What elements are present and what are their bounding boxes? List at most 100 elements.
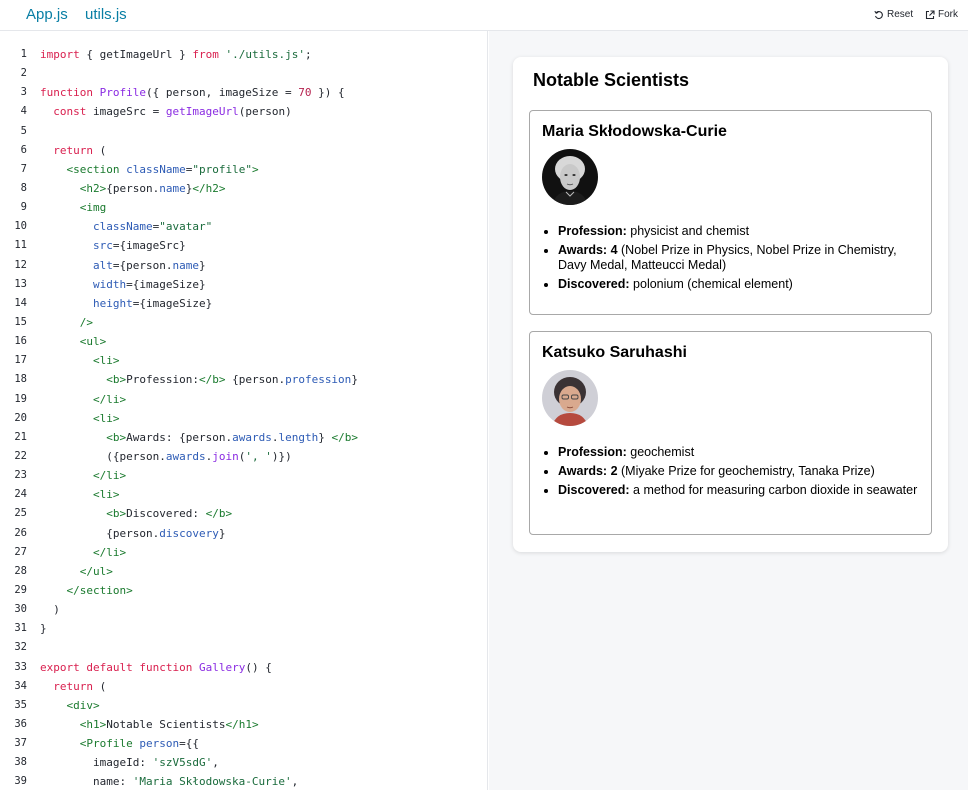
line-content[interactable]: <b>Awards: {person.awards.length} </b> [40, 428, 358, 447]
line-content[interactable]: </li> [40, 390, 126, 409]
line-number: 17 [14, 354, 27, 367]
code-line[interactable]: 20 <li> [0, 409, 487, 428]
line-content[interactable]: alt={person.name} [40, 256, 206, 275]
line-number: 12 [14, 258, 27, 271]
line-content[interactable]: <ul> [40, 332, 107, 351]
code-line[interactable]: 11 src={imageSrc} [0, 236, 487, 255]
line-content[interactable]: <section className="profile"> [40, 160, 259, 179]
line-content[interactable]: src={imageSrc} [40, 236, 186, 255]
line-content[interactable]: <Profile person={{ [40, 734, 199, 753]
code-line[interactable]: 8 <h2>{person.name}</h2> [0, 179, 487, 198]
line-content[interactable]: <li> [40, 351, 120, 370]
line-content[interactable]: <img [40, 198, 107, 217]
code-line[interactable]: 9 <img [0, 198, 487, 217]
line-number: 5 [20, 124, 27, 137]
tab-utils-js[interactable]: utils.js [85, 6, 127, 23]
code-line[interactable]: 24 <li> [0, 485, 487, 504]
line-content[interactable]: </li> [40, 466, 126, 485]
code-line[interactable]: 22 ({person.awards.join(', ')}) [0, 447, 487, 466]
line-content[interactable]: ) [40, 600, 60, 619]
line-content[interactable]: <h2>{person.name}</h2> [40, 179, 226, 198]
line-content[interactable]: export default function Gallery() { [40, 658, 272, 677]
line-number: 37 [14, 737, 27, 750]
line-content[interactable]: return ( [40, 677, 106, 696]
gallery-heading: Notable Scientists [533, 70, 690, 90]
line-number: 7 [20, 162, 27, 175]
code-line[interactable]: 36 <h1>Notable Scientists</h1> [0, 715, 487, 734]
code-line[interactable]: 34 return ( [0, 677, 487, 696]
code-line[interactable]: 29 </section> [0, 581, 487, 600]
line-content[interactable]: </li> [40, 543, 126, 562]
code-line[interactable]: 31} [0, 619, 487, 638]
code-line[interactable]: 13 width={imageSize} [0, 275, 487, 294]
code-line[interactable]: 5 [0, 122, 487, 141]
line-content[interactable]: } [40, 619, 47, 638]
line-content[interactable]: <h1>Notable Scientists</h1> [40, 715, 259, 734]
code-line[interactable]: 30 ) [0, 600, 487, 619]
code-line[interactable]: 10 className="avatar" [0, 217, 487, 236]
line-number: 30 [14, 603, 27, 616]
code-line[interactable]: 7 <section className="profile"> [0, 160, 487, 179]
line-content[interactable]: <div> [40, 696, 100, 715]
line-content[interactable]: ({person.awards.join(', ')}) [40, 447, 292, 466]
line-content[interactable]: function Profile({ person, imageSize = 7… [40, 83, 345, 102]
line-content[interactable]: return ( [40, 141, 106, 160]
line-content[interactable]: <b>Discovered: </b> [40, 504, 232, 523]
line-number: 9 [20, 201, 27, 214]
code-line[interactable]: 18 <b>Profession:</b> {person.profession… [0, 370, 487, 389]
line-content[interactable]: <li> [40, 485, 120, 504]
line-content[interactable]: const imageSrc = getImageUrl(person) [40, 102, 291, 121]
line-number: 4 [20, 105, 27, 118]
line-number: 8 [20, 181, 27, 194]
line-number: 24 [14, 488, 27, 501]
code-line[interactable]: 4 const imageSrc = getImageUrl(person) [0, 102, 487, 121]
line-number: 18 [14, 373, 27, 386]
profile-card: Maria Skłodowska-Curie Profession: physi… [529, 110, 932, 315]
code-line[interactable]: 38 imageId: 'szV5sdG', [0, 753, 487, 772]
line-content[interactable]: name: 'Maria Skłodowska-Curie', [40, 772, 298, 790]
line-number: 14 [14, 296, 27, 309]
code-line[interactable]: 37 <Profile person={{ [0, 734, 487, 753]
line-content[interactable]: imageId: 'szV5sdG', [40, 753, 219, 772]
line-content[interactable]: </ul> [40, 562, 113, 581]
code-line[interactable]: 21 <b>Awards: {person.awards.length} </b… [0, 428, 487, 447]
line-number: 2 [20, 67, 27, 80]
code-line[interactable]: 3 function Profile({ person, imageSize = … [0, 83, 487, 102]
tab-app-js[interactable]: App.js [26, 6, 68, 23]
code-line[interactable]: 23 </li> [0, 466, 487, 485]
code-line[interactable]: 2 [0, 64, 487, 83]
code-line[interactable]: 14 height={imageSize} [0, 294, 487, 313]
line-content[interactable]: className="avatar" [40, 217, 212, 236]
line-content[interactable]: height={imageSize} [40, 294, 212, 313]
code-line[interactable]: 6 return ( [0, 141, 487, 160]
line-content[interactable]: </section> [40, 581, 133, 600]
code-line[interactable]: 35 <div> [0, 696, 487, 715]
line-content[interactable]: import { getImageUrl } from './utils.js'… [40, 45, 312, 64]
profile-name: Katsuko Saruhashi [542, 344, 687, 361]
code-line[interactable]: 27 </li> [0, 543, 487, 562]
code-line[interactable]: 19 </li> [0, 390, 487, 409]
code-line[interactable]: 12 alt={person.name} [0, 256, 487, 275]
line-number: 34 [14, 679, 27, 692]
code-line[interactable]: 17 <li> [0, 351, 487, 370]
code-line[interactable]: 15 /> [0, 313, 487, 332]
line-content[interactable]: /> [40, 313, 93, 332]
code-line[interactable]: 32 [0, 638, 487, 657]
line-number: 21 [14, 430, 27, 443]
fork-button[interactable]: Fork [925, 9, 958, 20]
code-lines[interactable]: 1 import { getImageUrl } from './utils.js… [0, 45, 487, 790]
line-content[interactable]: {person.discovery} [40, 524, 225, 543]
code-line[interactable]: 1 import { getImageUrl } from './utils.js… [0, 45, 487, 64]
line-number: 23 [14, 469, 27, 482]
line-content[interactable]: <b>Profession:</b> {person.profession} [40, 370, 358, 389]
line-content[interactable]: <li> [40, 409, 120, 428]
code-editor[interactable]: 1 import { getImageUrl } from './utils.js… [0, 31, 488, 790]
code-line[interactable]: 39 name: 'Maria Skłodowska-Curie', [0, 772, 487, 790]
code-line[interactable]: 16 <ul> [0, 332, 487, 351]
code-line[interactable]: 26 {person.discovery} [0, 524, 487, 543]
code-line[interactable]: 25 <b>Discovered: </b> [0, 504, 487, 523]
code-line[interactable]: 28 </ul> [0, 562, 487, 581]
reset-button[interactable]: Reset [874, 9, 913, 20]
line-content[interactable]: width={imageSize} [40, 275, 206, 294]
code-line[interactable]: 33 export default function Gallery() { [0, 658, 487, 677]
